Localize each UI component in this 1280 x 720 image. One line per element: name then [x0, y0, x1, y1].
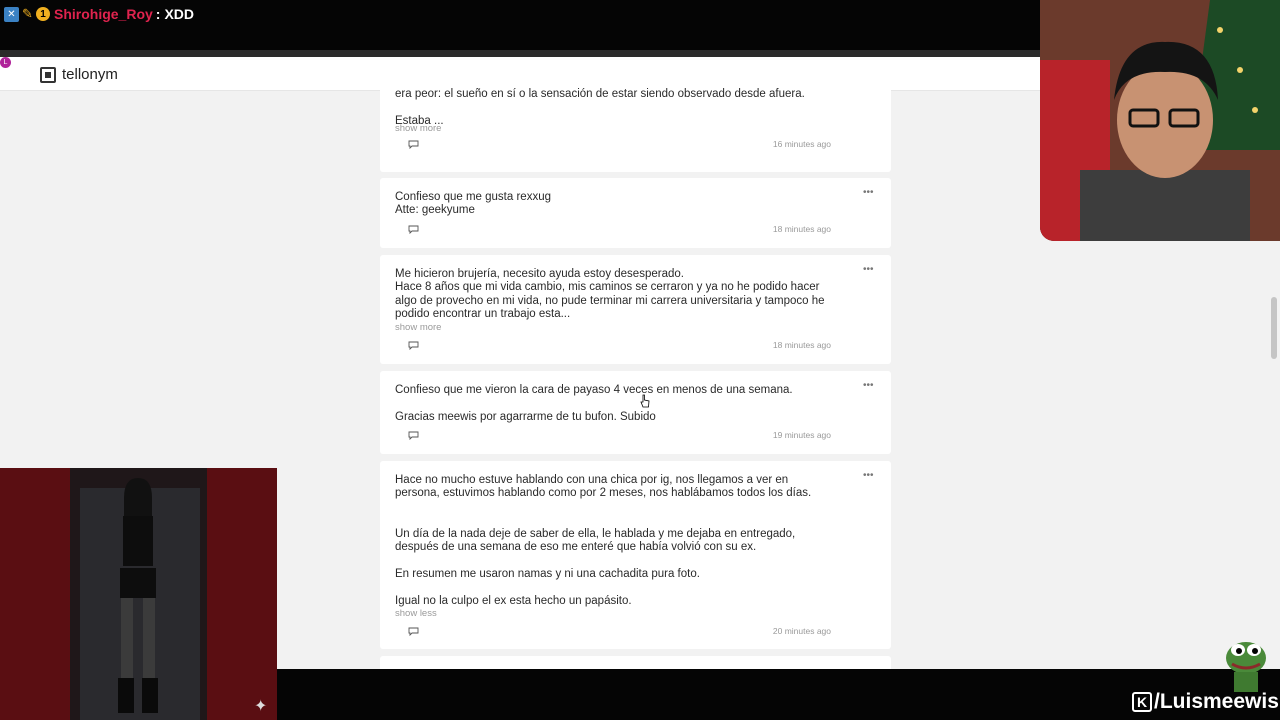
- character-art-overlay: [0, 468, 277, 720]
- kick-channel-tag: K /Luismeewis: [1132, 690, 1279, 714]
- tell-text: Confieso que me vieron la cara de payaso…: [395, 384, 793, 423]
- show-more-link[interactable]: show more: [395, 322, 441, 333]
- profile-avatar[interactable]: L: [0, 57, 11, 68]
- tell-card: Hace no mucho estuve hablando con una ch…: [380, 461, 891, 649]
- chat-message-line: ✕ ✎ 1 Shirohige_Roy : XDD: [4, 5, 194, 23]
- tell-timestamp: 16 minutes ago: [772, 139, 831, 149]
- kick-logo-icon: K: [1132, 692, 1152, 712]
- shield-badge-icon: ✕: [4, 6, 19, 22]
- show-more-link[interactable]: show less: [395, 608, 437, 619]
- tell-text: Confieso que me gusta rexxug Atte: geeky…: [395, 191, 551, 217]
- character-art-image: [0, 468, 277, 720]
- stream-bottom-bar: [277, 669, 1280, 720]
- tell-text: Me hicieron brujería, necesito ayuda est…: [395, 268, 825, 321]
- pepe-frog-icon: [1226, 642, 1266, 692]
- tell-card: Me hicieron brujería, necesito ayuda est…: [380, 255, 891, 364]
- tellonym-logo-icon: [40, 66, 56, 83]
- comment-icon[interactable]: [408, 341, 419, 350]
- scrollbar-thumb[interactable]: [1271, 297, 1277, 359]
- tell-card: era peor: el sueño en sí o la sensación …: [380, 57, 891, 172]
- hand-cursor-icon: [640, 394, 650, 408]
- tell-card: Confieso que me gusta rexxug Atte: geeky…: [380, 178, 891, 248]
- sword-badge-icon: ✎: [22, 6, 33, 21]
- tell-timestamp: 19 minutes ago: [772, 430, 831, 440]
- sparkle-icon: ✦: [254, 698, 268, 715]
- comment-icon[interactable]: [408, 431, 419, 440]
- tell-timestamp: 20 minutes ago: [772, 626, 831, 636]
- comment-icon[interactable]: [408, 225, 419, 234]
- gift-badge-icon: 1: [36, 7, 50, 21]
- webcam-overlay: [1040, 0, 1280, 241]
- tell-text: Hace no mucho estuve hablando con una ch…: [395, 474, 812, 607]
- tell-timestamp: 18 minutes ago: [772, 224, 831, 234]
- show-more-link[interactable]: show more: [395, 123, 441, 134]
- webcam-feed-image: [1040, 0, 1280, 241]
- tell-text: era peor: el sueño en sí o la sensación …: [395, 88, 805, 127]
- brand-name: tellonym: [62, 66, 118, 83]
- more-options-icon[interactable]: •••: [863, 471, 875, 481]
- tell-card: [380, 656, 891, 669]
- comment-icon[interactable]: [408, 140, 419, 149]
- chat-username: Shirohige_Roy: [54, 6, 153, 22]
- tell-card: Confieso que me vieron la cara de payaso…: [380, 371, 891, 454]
- kick-handle: /Luismeewis: [1154, 690, 1279, 713]
- more-options-icon[interactable]: •••: [863, 188, 875, 198]
- more-options-icon[interactable]: •••: [863, 265, 875, 275]
- tell-timestamp: 18 minutes ago: [772, 340, 831, 350]
- brand[interactable]: tellonym: [40, 66, 118, 83]
- comment-icon[interactable]: [408, 627, 419, 636]
- chat-separator: :: [155, 6, 161, 22]
- more-options-icon[interactable]: •••: [863, 381, 875, 391]
- chat-message: XDD: [164, 6, 195, 22]
- browser-top-stripe: [0, 50, 1040, 57]
- stream-frame: ✕ ✎ 1 Shirohige_Roy : XDD tellonym L era…: [0, 0, 1280, 720]
